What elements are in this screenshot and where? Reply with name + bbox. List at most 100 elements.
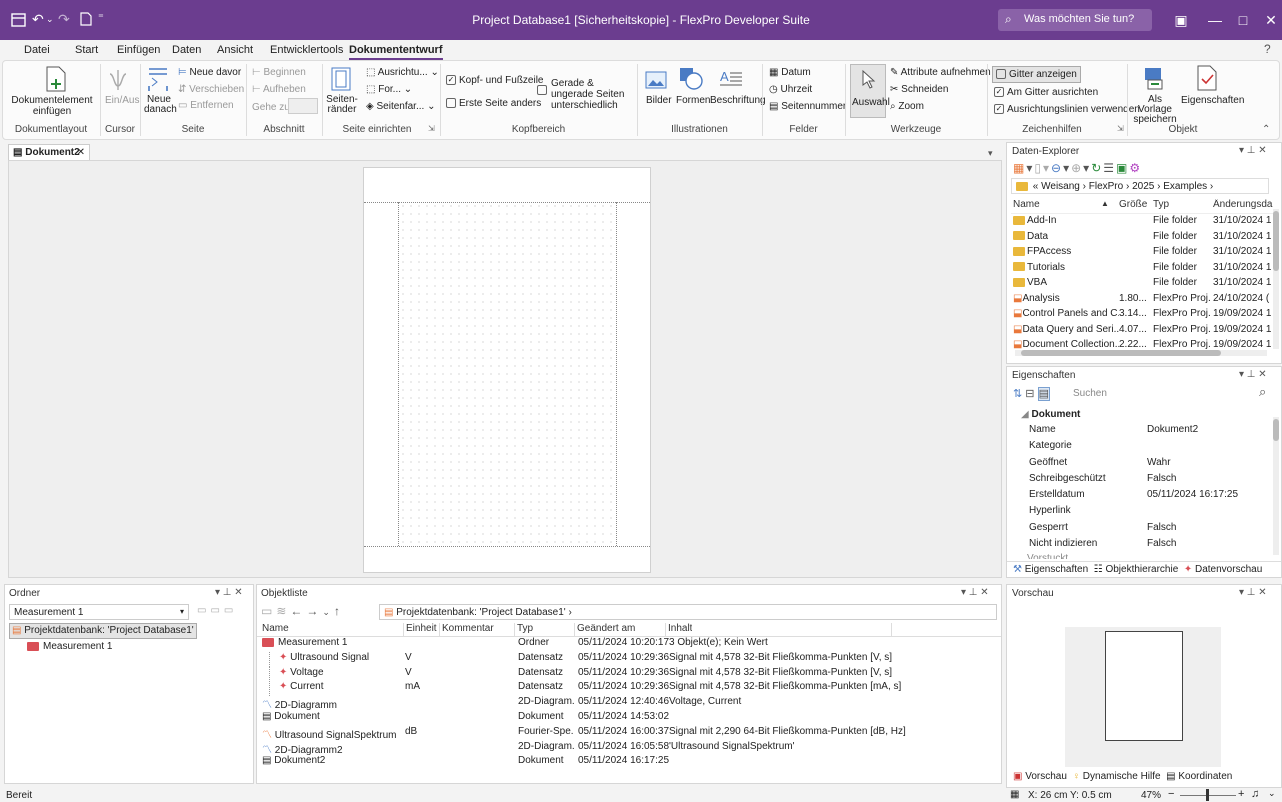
tab-list-dropdown-icon[interactable]: ▾	[988, 148, 993, 159]
zoom-button[interactable]: ⌕ Zoom	[890, 101, 924, 112]
einaus-button[interactable]: Ein/Aus	[105, 95, 139, 106]
tab-datenvorschau[interactable]: ✦ Datenvorschau	[1184, 564, 1262, 575]
aufheben-button[interactable]: ⊢ Aufheben	[252, 84, 306, 95]
notification-bell-icon[interactable]: ♫	[1251, 788, 1259, 800]
refresh-icon[interactable]: ↻	[1091, 161, 1103, 175]
filter-icon[interactable]: ▣	[1116, 161, 1129, 175]
page-body-grid[interactable]	[398, 202, 617, 546]
object-row[interactable]: ✦ Current mA Datensatz 05/11/2024 10:29:36 S…	[257, 681, 1001, 697]
property-row[interactable]: Kategorie	[1027, 440, 1267, 456]
scroll-thumb[interactable]	[1021, 350, 1221, 356]
entfernen-button[interactable]: ▭ Entfernen	[178, 100, 234, 111]
scroll-thumb[interactable]	[1273, 419, 1279, 441]
dokumentelement-button[interactable]: Dokumentelement einfügen	[6, 95, 98, 117]
property-row[interactable]: Name Dokument2	[1027, 424, 1267, 440]
col-size[interactable]: Größe	[1119, 199, 1147, 210]
menu-datei[interactable]: Datei	[24, 44, 50, 56]
col-type[interactable]: Typ	[514, 623, 533, 637]
open-icon[interactable]: ▯	[1034, 161, 1043, 175]
explorer-row[interactable]: VBA File folder 31/10/2024 1	[1011, 277, 1273, 293]
tab-dokument2[interactable]: ▤ Dokument2 ✕	[8, 144, 90, 160]
dropdown-icon[interactable]: ▾	[1043, 161, 1051, 175]
neue-danach-button[interactable]: Neue danach	[144, 95, 177, 115]
seitennummer-button[interactable]: ▤ Seitennummer	[769, 101, 846, 112]
tab-eigenschaften[interactable]: ⚒ Eigenschaften	[1013, 564, 1088, 575]
beginnen-button[interactable]: ⊢ Beginnen	[252, 67, 306, 78]
collapse-ribbon-icon[interactable]: ⌃	[1262, 124, 1270, 135]
object-row[interactable]: 〽 2D-Diagramm2 2D-Diagram... 05/11/2024 16…	[257, 741, 1001, 756]
property-row[interactable]: Nicht indizieren Falsch	[1027, 538, 1267, 554]
zoom-in-button[interactable]: +	[1238, 788, 1244, 800]
breadcrumb-item[interactable]: FlexPro	[1089, 181, 1123, 192]
object-row[interactable]: Measurement 1 Ordner 05/11/2024 10:20:17 3 …	[257, 637, 1001, 652]
view-icon[interactable]: ☰	[1103, 161, 1116, 175]
explorer-row[interactable]: Add-In File folder 31/10/2024 1	[1011, 215, 1273, 231]
help-icon[interactable]: ?	[1264, 42, 1271, 56]
explorer-row[interactable]: Data File folder 31/10/2024 1	[1011, 231, 1273, 247]
col-content[interactable]: Inhalt	[665, 623, 692, 637]
panel-controls[interactable]: ▾ ⊥ ✕	[215, 587, 243, 598]
objectlist-path[interactable]: ▤ Projektdatenbank: 'Project Database1' …	[379, 604, 997, 620]
back-arrow-icon[interactable]: ←	[290, 604, 306, 618]
am-gitter-checkbox[interactable]: ✓ Am Gitter ausrichten	[994, 87, 1098, 98]
gehe-zu-input[interactable]	[288, 98, 318, 114]
close-button[interactable]: ✕	[1254, 8, 1282, 32]
property-row[interactable]: Hyperlink	[1027, 505, 1267, 521]
property-value[interactable]: Wahr	[1147, 457, 1171, 468]
properties-section[interactable]: ◢ Dokument	[1021, 409, 1080, 420]
breadcrumb-item[interactable]: Weisang	[1041, 181, 1080, 192]
zoom-out-button[interactable]: −	[1168, 788, 1174, 800]
ausrichtungslinien-checkbox[interactable]: ✓ Ausrichtungslinien verwenden	[994, 104, 1140, 115]
seitenraender-button[interactable]: Seiten- ränder	[326, 95, 358, 115]
ausrichtung-button[interactable]: ⬚ Ausrichtu... ⌄	[366, 67, 439, 78]
breadcrumb-item[interactable]: 2025	[1132, 181, 1154, 192]
folder-view-icon[interactable]: ▭	[224, 605, 237, 616]
menu-start[interactable]: Start	[75, 44, 98, 56]
col-date[interactable]: Änderungsda	[1213, 199, 1273, 210]
col-date[interactable]: Geändert am	[574, 623, 635, 637]
erste-seite-checkbox[interactable]: Erste Seite anders	[446, 98, 541, 109]
explorer-row[interactable]: ⬓Control Panels and C... 3.14... FlexPro P…	[1011, 308, 1273, 324]
chevron-down-icon[interactable]: ⌄	[322, 607, 334, 617]
explorer-row[interactable]: ⬓Analysis 1.80... FlexPro Proj... 24/10/202…	[1011, 293, 1273, 309]
tab-vorschau[interactable]: ▣ Vorschau	[1013, 771, 1067, 782]
object-row[interactable]: ▤ Dokument Dokument 05/11/2024 14:53:02	[257, 711, 1001, 726]
menu-entwicklertools[interactable]: Entwicklertools	[270, 44, 343, 56]
breadcrumb-item[interactable]: Examples	[1163, 181, 1207, 192]
tab-koordinaten[interactable]: ▤ Koordinaten	[1166, 771, 1232, 782]
properties-search-input[interactable]: Suchen	[1073, 388, 1107, 399]
panel-controls[interactable]: ▾ ⊥ ✕	[1239, 587, 1267, 598]
sort-az-icon[interactable]: ⇅	[1013, 388, 1022, 400]
explorer-row[interactable]: FPAccess File folder 31/10/2024 1	[1011, 246, 1273, 262]
property-row[interactable]: Gesperrt Falsch	[1027, 522, 1267, 538]
bilder-button[interactable]: Bilder	[646, 95, 672, 106]
tree-item-measurement[interactable]: Measurement 1	[25, 640, 114, 656]
col-name[interactable]: Name	[1013, 199, 1040, 210]
categorize-icon[interactable]: ⊟	[1025, 388, 1034, 400]
property-value[interactable]: Dokument2	[1147, 424, 1198, 435]
menu-dokumententwurf[interactable]: Dokumententwurf	[349, 44, 443, 60]
object-row[interactable]: ✦ Voltage V Datensatz 05/11/2024 10:29:36 Si…	[257, 666, 1001, 682]
forward-icon[interactable]: ⊕	[1071, 161, 1083, 175]
object-row[interactable]: 〽 Ultrasound SignalSpektrum dB Fourier-Spe…	[257, 726, 1001, 741]
object-row[interactable]: 〽 2D-Diagramm 2D-Diagram... 05/11/2024 12:…	[257, 696, 1001, 711]
up-arrow-icon[interactable]: ↑	[334, 604, 344, 618]
close-tab-icon[interactable]: ✕	[77, 147, 85, 158]
eigenschaften-button[interactable]: Eigenschaften	[1181, 95, 1244, 106]
dropdown-icon[interactable]: ▾	[1063, 161, 1071, 175]
property-row[interactable]: Erstelldatum 05/11/2024 16:17:25	[1027, 489, 1267, 505]
dialog-launcher-icon[interactable]: ⇲	[1117, 124, 1124, 133]
seitenfarbe-button[interactable]: ◈ Seitenfar... ⌄	[366, 101, 435, 112]
kopf-fusszeile-checkbox[interactable]: ✓ Kopf- und Fußzeile	[446, 75, 544, 86]
ribbon-display-icon[interactable]: ▣	[1164, 8, 1198, 32]
filter-icon[interactable]: ≋	[276, 604, 290, 618]
scroll-thumb[interactable]	[1273, 211, 1279, 271]
als-vorlage-button[interactable]: Als Vorlage speichern	[1133, 95, 1177, 125]
document-canvas[interactable]	[8, 160, 1002, 578]
folder-up-icon[interactable]: ▭	[197, 605, 210, 616]
col-name[interactable]: Name	[262, 623, 289, 634]
tab-objekthierarchie[interactable]: ☷ Objekthierarchie	[1094, 564, 1179, 575]
format-button[interactable]: ⬚ For... ⌄	[366, 84, 412, 95]
verschieben-button[interactable]: ⇵ Verschieben	[178, 84, 244, 95]
gitter-anzeigen-toggle[interactable]: Gitter anzeigen	[992, 66, 1081, 83]
